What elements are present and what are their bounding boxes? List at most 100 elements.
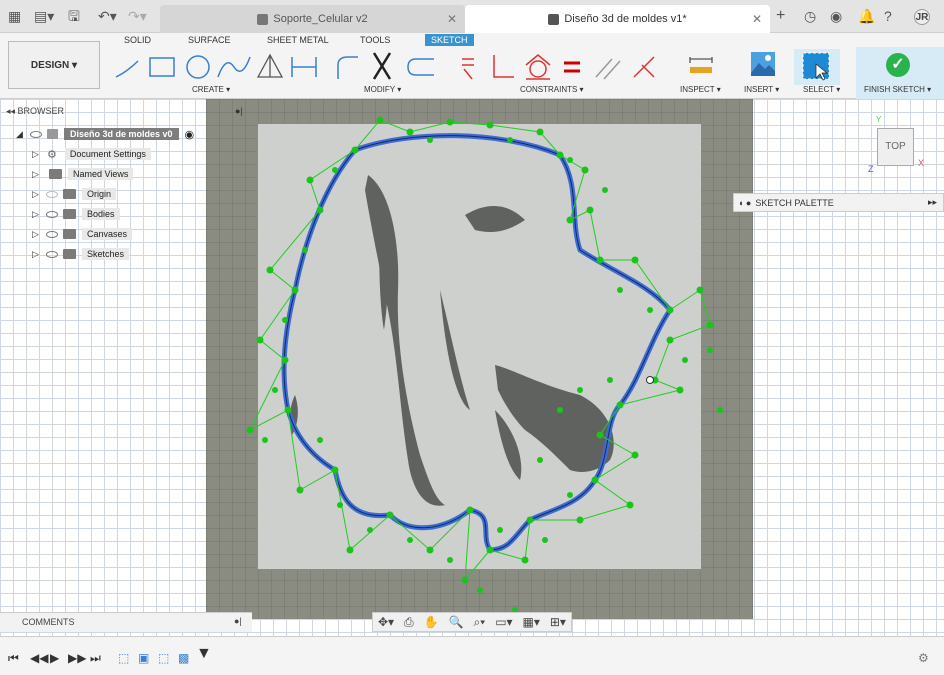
browser-item-document-settings[interactable]: ▷ ⚙ Document Settings [32,145,151,163]
visibility-eye-icon[interactable] [46,230,58,238]
collapse-icon[interactable]: ◢ [16,129,25,140]
constraint-tools[interactable] [458,51,666,83]
tab-tools[interactable]: TOOLS [360,35,390,45]
sketch-palette[interactable]: ◖ ● SKETCH PALETTE ▸▸ [733,193,944,212]
tab-diseno-moldes[interactable]: Diseño 3d de moldes v1* ✕ [465,5,770,33]
viewcube[interactable]: TOP [877,128,914,166]
dog-image-features [289,175,614,506]
save-icon[interactable]: 🖫 [68,8,80,24]
expand-icon[interactable]: ▷ [32,229,41,240]
collinear-icon [633,56,655,78]
look-at-icon[interactable]: ⎙ [404,615,414,630]
document-icon [548,13,560,25]
tab-sketch[interactable]: SKETCH [425,34,474,46]
new-tab-icon[interactable]: + [776,8,785,24]
dog-sketch[interactable] [240,110,750,615]
close-icon[interactable]: ✕ [752,12,762,26]
timeline-feature-image-icon[interactable]: ▩ [178,651,189,665]
expand-icon[interactable]: ▷ [32,169,41,180]
step-forward-icon[interactable]: ▶▶ [68,651,86,665]
browser-item-sketches[interactable]: ▷ Sketches [32,245,130,263]
insert-menu[interactable]: INSERT ▾ [744,85,779,94]
select-icon [802,52,830,81]
finish-sketch-label: FINISH SKETCH ▾ [864,85,932,94]
go-to-start-icon[interactable]: ⏮ [8,651,19,666]
select-menu[interactable]: SELECT ▾ [803,85,840,94]
timeline-feature-sketch-icon[interactable]: ⬚ [118,651,129,665]
expand-icon[interactable]: ▷ [32,149,41,160]
step-back-icon[interactable]: ◀◀ [30,651,48,665]
pan-icon[interactable]: ✋ [424,615,439,629]
timeline-feature-sketch-icon[interactable]: ⬚ [158,651,169,665]
browser-item-origin[interactable]: ▷ Origin [32,185,117,203]
sketch-spline-outline [281,133,673,553]
visibility-eye-icon[interactable] [30,130,42,138]
expand-icon[interactable]: ▷ [32,189,41,200]
close-icon[interactable]: ✕ [447,12,457,26]
extensions-icon[interactable]: ◷ [804,8,816,24]
fillet-icon [337,56,358,79]
root-component-label: Diseño 3d de moldes v0 [64,128,179,140]
modify-menu[interactable]: MODIFY ▾ [364,85,401,94]
finish-sketch-button[interactable]: ✓ FINISH SKETCH ▾ [856,47,944,99]
design-workspace-button[interactable]: DESIGN ▾ [8,41,100,89]
apps-grid-icon[interactable]: ▦ [8,8,21,24]
navigation-bar: ✥▾ ⎙ ✋ 🔍 ⌕▾ ▭▾ ▦▾ ⊞▾ [372,612,572,632]
pin-icon[interactable]: ●| [234,616,242,626]
play-icon[interactable]: ▶ [50,651,59,665]
timeline-marker-icon[interactable]: ▼ [196,645,212,663]
browser-root[interactable]: ◢ Diseño 3d de moldes v0 ◉ [16,125,194,143]
tab-sheet-metal[interactable]: SHEET METAL [267,35,329,45]
expand-icon[interactable]: ▷ [32,209,41,220]
pin-icon[interactable]: ●| [235,106,243,116]
axis-z-label: Z [868,164,874,174]
fit-icon[interactable]: ⌕▾ [473,615,485,630]
zoom-icon[interactable]: 🔍 [449,615,464,629]
browser-item-canvases[interactable]: ▷ Canvases [32,225,133,243]
constraints-menu[interactable]: CONSTRAINTS ▾ [520,85,584,94]
select-tool[interactable] [794,49,840,85]
help-icon[interactable]: ? [884,8,892,24]
offset-icon [407,58,434,76]
insert-image-icon[interactable] [750,51,776,77]
inspect-menu[interactable]: INSPECT ▾ [680,85,721,94]
notifications-icon[interactable]: 🔔 [858,8,875,24]
tab-solid[interactable]: SOLID [124,35,151,45]
job-status-icon[interactable]: ◉ [830,8,842,24]
axis-y-label: Y [876,115,882,124]
visibility-eye-icon[interactable] [46,250,58,258]
undo-icon[interactable]: ↶▾ [98,8,117,24]
redo-icon[interactable]: ↷▾ [128,8,147,24]
tab-soporte-celular[interactable]: Soporte_Celular v2 ✕ [160,5,465,33]
measure-icon[interactable] [688,55,714,75]
checkmark-icon: ✓ [886,53,910,77]
browser-item-named-views[interactable]: ▷ Named Views [32,165,134,183]
go-to-end-icon[interactable]: ⏭ [90,651,101,666]
visibility-eye-icon[interactable] [46,210,58,218]
viewports-icon[interactable]: ⊞▾ [550,615,566,629]
equal-icon [564,61,580,73]
display-settings-icon[interactable]: ▭▾ [495,615,512,629]
user-avatar[interactable]: JR [914,9,930,25]
tab-surface[interactable]: SURFACE [188,35,231,45]
browser-item-bodies[interactable]: ▷ Bodies [32,205,120,223]
visibility-eye-icon[interactable] [46,190,58,198]
grid-settings-icon[interactable]: ▦▾ [523,615,540,629]
expand-icon[interactable]: ▷ [32,249,41,260]
circle-icon [186,55,210,79]
expand-arrows-icon[interactable]: ▸▸ [928,197,937,208]
create-menu[interactable]: CREATE ▾ [192,85,230,94]
settings-gear-icon[interactable]: ⚙ [918,651,929,665]
activate-radio-icon[interactable]: ◉ [185,128,195,141]
selected-point[interactable] [646,376,654,384]
modify-tools[interactable] [332,51,442,83]
tangent-icon [529,60,547,78]
timeline-feature-canvas-icon[interactable]: ▣ [138,651,149,665]
comments-panel[interactable]: COMMENTS ●| [0,612,252,632]
create-tools[interactable] [110,51,320,83]
spline-control-lines [248,119,711,582]
orbit-icon[interactable]: ✥▾ [378,615,394,629]
palette-toggle-icon[interactable]: ◖ ● [738,198,751,208]
spline-icon [217,56,251,78]
file-menu-icon[interactable]: ▤▾ [34,8,54,24]
